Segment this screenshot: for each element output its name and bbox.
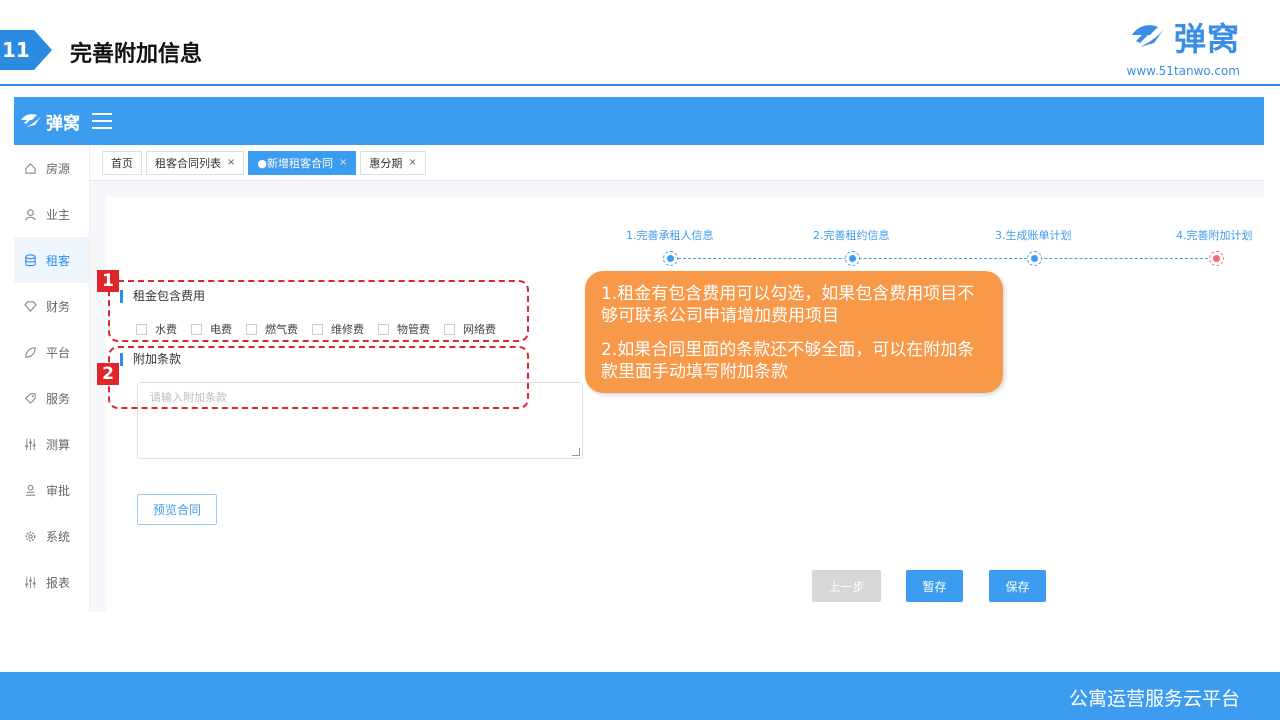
gear-icon: [22, 528, 38, 544]
tab-0[interactable]: 首页: [102, 150, 142, 175]
sidebar-item-label: 房源: [46, 161, 71, 176]
footer-text: 公寓运营服务云平台: [1068, 688, 1240, 710]
annotation-box-1: [108, 280, 529, 342]
home-icon: [22, 160, 38, 176]
brand-name: 弹窝: [1173, 20, 1240, 58]
instruction-callout: 1.租金有包含费用可以勾选，如果包含费用项目不够可联系公司申请增加费用项目 2.…: [585, 271, 1003, 393]
sliders-icon: [22, 436, 38, 452]
tab-3[interactable]: 惠分期 ×: [360, 150, 426, 175]
close-icon[interactable]: ×: [227, 157, 235, 168]
sidebar-item-4[interactable]: 平台: [14, 329, 89, 375]
slide-number: 11: [2, 38, 30, 62]
sidebar-item-7[interactable]: 审批: [14, 467, 89, 513]
slide: 11 完善附加信息 弹窝 www.51tanwo.com 弹窝 房源业主租客财务…: [0, 0, 1280, 720]
sidebar-item-label: 报表: [46, 575, 71, 590]
annotation-box-2: [108, 346, 529, 409]
save-draft-button[interactable]: 暂存: [906, 570, 963, 602]
step-4-label: 4.完善附加计划: [1176, 229, 1253, 242]
tab-label: 惠分期: [369, 156, 403, 170]
annotation-badge-1: 1: [97, 270, 119, 292]
step-connector: [678, 258, 1223, 259]
brand-logo: 弹窝 www.51tanwo.com: [1110, 14, 1240, 78]
menu-toggle-icon[interactable]: [92, 113, 112, 129]
step-4-dot-current: [1209, 251, 1224, 266]
callout-line-1: 1.租金有包含费用可以勾选，如果包含费用项目不够可联系公司申请增加费用项目: [601, 284, 975, 326]
sidebar-item-label: 租客: [46, 253, 71, 268]
sidebar: 房源业主租客财务平台服务测算审批系统报表: [14, 145, 90, 612]
tab-label: 首页: [111, 156, 133, 170]
sidebar-item-2[interactable]: 租客: [14, 237, 89, 283]
sidebar-item-label: 平台: [46, 345, 71, 360]
sliders-icon: [22, 574, 38, 590]
step-3-dot: [1027, 251, 1042, 266]
close-icon[interactable]: ×: [339, 157, 347, 168]
tag-icon: [22, 390, 38, 406]
tab-bar: 首页 租客合同列表 × ●新增租客合同 × 惠分期 ×: [90, 145, 1264, 181]
sidebar-item-label: 财务: [46, 299, 71, 314]
step-1-label: 1.完善承租人信息: [626, 229, 714, 242]
step-progress: 1.完善承租人信息 2.完善租约信息 3.生成账单计划 4.完善附加计划: [626, 227, 1266, 277]
app-brand: 弹窝: [46, 113, 80, 134]
tab-1[interactable]: 租客合同列表 ×: [146, 150, 245, 175]
close-icon[interactable]: ×: [408, 157, 416, 168]
tab-2[interactable]: ●新增租客合同 ×: [248, 150, 357, 175]
sidebar-item-label: 业主: [46, 207, 71, 222]
resize-handle[interactable]: [572, 448, 580, 456]
sidebar-item-label: 系统: [46, 529, 71, 544]
callout-line-2: 2.如果合同里面的条款还不够全面，可以在附加条款里面手动填写附加条款: [601, 340, 975, 382]
brand-url: www.51tanwo.com: [1126, 64, 1240, 78]
tanwo-logo-icon: [1131, 25, 1164, 47]
approver-icon: [22, 482, 38, 498]
step-2-dot: [845, 251, 860, 266]
step-1-dot: [663, 251, 678, 266]
sidebar-item-5[interactable]: 服务: [14, 375, 89, 421]
app-logo-icon: [21, 114, 41, 127]
sidebar-item-1[interactable]: 业主: [14, 191, 89, 237]
sidebar-item-label: 审批: [46, 483, 71, 498]
diamond-icon: [22, 298, 38, 314]
slide-footer: 公寓运营服务云平台: [0, 672, 1280, 720]
sidebar-item-label: 测算: [46, 437, 71, 452]
slide-title: 完善附加信息: [70, 42, 203, 67]
app-topbar: 弹窝: [14, 97, 1264, 145]
tab-label: ●新增租客合同: [257, 156, 333, 170]
previous-step-button[interactable]: 上一步: [812, 570, 881, 602]
database-icon: [22, 252, 38, 268]
header-divider: [0, 84, 1280, 86]
sidebar-item-9[interactable]: 报表: [14, 559, 89, 605]
step-3-label: 3.生成账单计划: [995, 229, 1072, 242]
preview-contract-button[interactable]: 预览合同: [137, 494, 217, 525]
tab-label: 租客合同列表: [155, 156, 221, 170]
annotation-badge-2: 2: [97, 363, 119, 385]
slide-number-badge: 11: [0, 30, 52, 70]
sidebar-item-6[interactable]: 测算: [14, 421, 89, 467]
sidebar-item-label: 服务: [46, 391, 71, 406]
step-2-label: 2.完善租约信息: [813, 229, 890, 242]
user-icon: [22, 206, 38, 222]
sidebar-item-0[interactable]: 房源: [14, 145, 89, 191]
leaf-icon: [22, 344, 38, 360]
save-button[interactable]: 保存: [989, 570, 1046, 602]
sidebar-item-8[interactable]: 系统: [14, 513, 89, 559]
sidebar-item-3[interactable]: 财务: [14, 283, 89, 329]
